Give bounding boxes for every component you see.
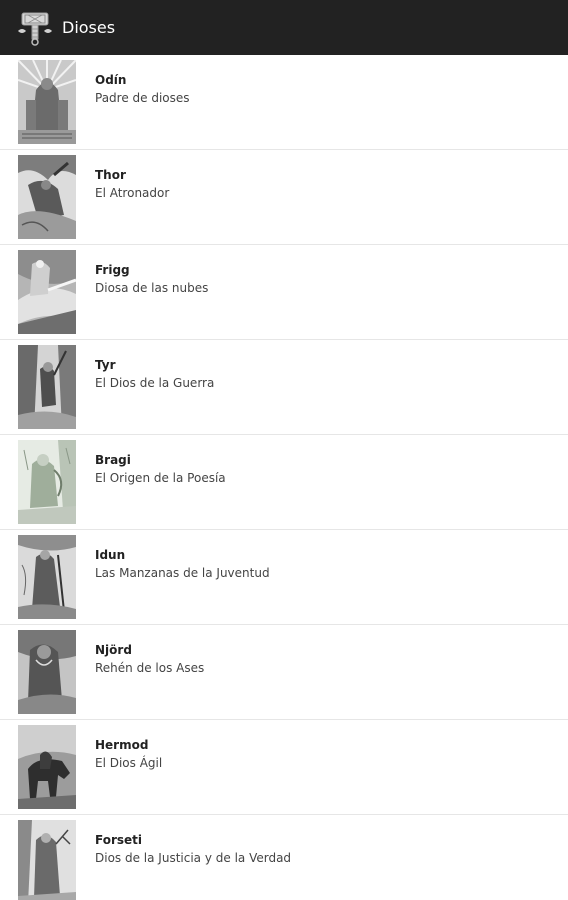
god-description: Las Manzanas de la Juventud <box>95 566 270 580</box>
god-name: Forseti <box>95 833 143 847</box>
thor-engraving <box>18 155 76 239</box>
list-item-tyr[interactable]: Tyr El Dios de la Guerra <box>0 340 568 435</box>
bragi-engraving <box>18 440 76 524</box>
god-description: Dios de la Justicia y de la Verdad <box>95 851 292 865</box>
god-name: Hermod <box>95 738 149 752</box>
list-item-frigg[interactable]: Frigg Diosa de las nubes <box>0 245 568 340</box>
god-name: Frigg <box>95 263 130 277</box>
god-name: Idun <box>95 548 126 562</box>
hermod-engraving <box>18 725 76 809</box>
list-item-odin[interactable]: Odín Padre de dioses <box>0 55 568 150</box>
list-item-forseti[interactable]: Forseti Dios de la Justicia y de la Verd… <box>0 815 568 900</box>
god-description: El Dios de la Guerra <box>95 376 215 390</box>
list-item-njord[interactable]: Njörd Rehén de los Ases <box>0 625 568 720</box>
app-screen: Dioses Odín Padre de dioses Thor El Atro… <box>0 0 568 900</box>
list-item-thor[interactable]: Thor El Atronador <box>0 150 568 245</box>
god-name: Thor <box>95 168 126 182</box>
god-description: El Origen de la Poesía <box>95 471 226 485</box>
forseti-engraving <box>18 820 76 900</box>
god-description: Rehén de los Ases <box>95 661 205 675</box>
god-description: El Atronador <box>95 186 170 200</box>
god-description: Padre de dioses <box>95 91 190 105</box>
action-bar: Dioses <box>0 0 568 55</box>
list-item-hermod[interactable]: Hermod El Dios Ágil <box>0 720 568 815</box>
god-description: Diosa de las nubes <box>95 281 209 295</box>
list-item-bragi[interactable]: Bragi El Origen de la Poesía <box>0 435 568 530</box>
idun-engraving <box>18 535 76 619</box>
god-name: Odín <box>95 73 127 87</box>
god-name: Bragi <box>95 453 131 467</box>
god-name: Njörd <box>95 643 132 657</box>
odin-engraving <box>18 60 76 144</box>
list-item-idun[interactable]: Idun Las Manzanas de la Juventud <box>0 530 568 625</box>
app-title: Dioses <box>62 18 116 37</box>
frigg-engraving <box>18 250 76 334</box>
god-name: Tyr <box>95 358 116 372</box>
njord-engraving <box>18 630 76 714</box>
tyr-engraving <box>18 345 76 429</box>
gods-list: Odín Padre de dioses Thor El Atronador F… <box>0 55 568 900</box>
god-description: El Dios Ágil <box>95 756 163 770</box>
mjolnir-hammer-icon[interactable] <box>16 9 54 47</box>
